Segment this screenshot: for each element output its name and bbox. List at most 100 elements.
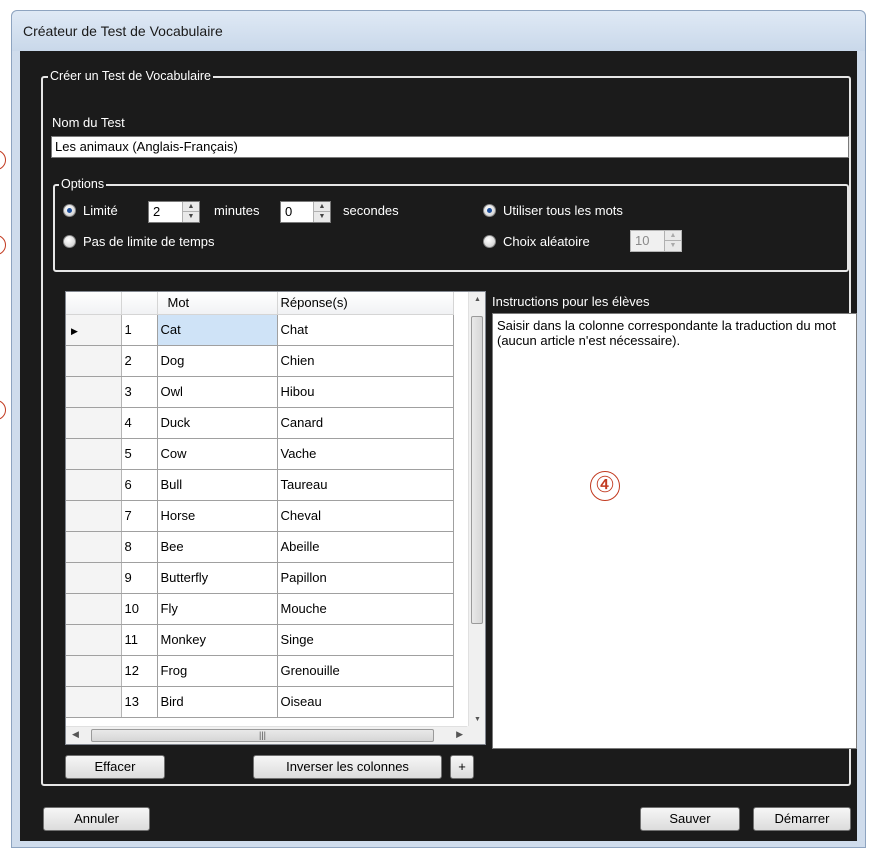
grid-vertical-scrollbar[interactable]: ▲ ▼ xyxy=(468,292,485,727)
spin-down-icon[interactable]: ▼ xyxy=(314,212,330,222)
word-cell[interactable]: Horse xyxy=(157,500,278,532)
minutes-spinner[interactable]: 2 ▲ ▼ xyxy=(148,201,200,223)
word-cell[interactable]: Frog xyxy=(157,655,278,687)
table-row[interactable]: 12 Frog Grenouille xyxy=(66,655,454,687)
answer-cell[interactable]: Hibou xyxy=(277,376,454,408)
swap-columns-button[interactable]: Inverser les colonnes xyxy=(253,755,442,779)
row-header[interactable] xyxy=(66,655,122,687)
vocabulary-grid[interactable]: Mot Réponse(s) ▶ 1 Cat Chat 2 Dog Chien 3 Owl Hib… xyxy=(65,291,486,745)
row-header[interactable] xyxy=(66,438,122,470)
minutes-spinner-buttons[interactable]: ▲ ▼ xyxy=(182,202,199,222)
table-row[interactable]: 6 Bull Taureau xyxy=(66,469,454,501)
answer-cell[interactable]: Singe xyxy=(277,624,454,656)
use-all-words-radio[interactable] xyxy=(483,204,496,217)
row-header[interactable] xyxy=(66,469,122,501)
row-number-cell: 6 xyxy=(121,469,158,501)
spin-down-icon: ▼ xyxy=(669,242,677,249)
options-group: Options xyxy=(53,177,849,272)
minutes-label: minutes xyxy=(214,203,260,218)
save-button[interactable]: Sauver xyxy=(640,807,740,831)
clear-button[interactable]: Effacer xyxy=(65,755,165,779)
table-row[interactable]: 8 Bee Abeille xyxy=(66,531,454,563)
instructions-textarea[interactable]: Saisir dans la colonne correspondante la… xyxy=(492,313,857,749)
dialog-window: Créateur de Test de Vocabulaire Créer un… xyxy=(11,10,866,848)
word-cell[interactable]: Bull xyxy=(157,469,278,501)
word-cell[interactable]: Bee xyxy=(157,531,278,563)
answer-cell[interactable]: Chat xyxy=(277,314,454,346)
answer-cell[interactable]: Grenouille xyxy=(277,655,454,687)
seconds-label: secondes xyxy=(343,203,399,218)
table-row[interactable]: 5 Cow Vache xyxy=(66,438,454,470)
seconds-spinner-buttons[interactable]: ▲ ▼ xyxy=(313,202,330,222)
minutes-value: 2 xyxy=(153,204,161,219)
scroll-thumb[interactable]: ||| xyxy=(91,729,434,742)
row-header[interactable] xyxy=(66,376,122,408)
word-cell[interactable]: Cow xyxy=(157,438,278,470)
scroll-down-icon[interactable]: ▼ xyxy=(469,716,485,723)
create-test-legend: Créer un Test de Vocabulaire xyxy=(48,69,213,84)
test-name-input[interactable]: Les animaux (Anglais-Français) xyxy=(51,136,849,158)
scroll-left-icon[interactable]: ◀ xyxy=(72,729,79,740)
table-row[interactable]: 10 Fly Mouche xyxy=(66,593,454,625)
column-header-word[interactable]: Mot xyxy=(157,292,278,315)
limited-radio[interactable] xyxy=(63,204,76,217)
dialog-body: Créer un Test de Vocabulaire Nom du Test… xyxy=(20,51,857,841)
spin-down-icon[interactable]: ▼ xyxy=(183,212,199,222)
row-header[interactable] xyxy=(66,531,122,563)
word-cell[interactable]: Fly xyxy=(157,593,278,625)
row-number-cell: 13 xyxy=(121,686,158,718)
table-row[interactable]: 13 Bird Oiseau xyxy=(66,686,454,718)
answer-cell[interactable]: Cheval xyxy=(277,500,454,532)
word-cell[interactable]: Cat xyxy=(157,314,278,346)
spin-up-icon[interactable]: ▲ xyxy=(183,202,199,212)
row-header[interactable] xyxy=(66,686,122,718)
answer-cell[interactable]: Oiseau xyxy=(277,686,454,718)
answer-cell[interactable]: Chien xyxy=(277,345,454,377)
table-row[interactable]: 7 Horse Cheval xyxy=(66,500,454,532)
word-cell[interactable]: Owl xyxy=(157,376,278,408)
scroll-thumb[interactable] xyxy=(471,316,483,624)
row-header[interactable] xyxy=(66,562,122,594)
word-cell[interactable]: Monkey xyxy=(157,624,278,656)
answer-cell[interactable]: Papillon xyxy=(277,562,454,594)
column-header-answers[interactable]: Réponse(s) xyxy=(277,292,454,315)
add-row-button[interactable]: + xyxy=(450,755,474,779)
row-header[interactable] xyxy=(66,624,122,656)
annotation-fragment xyxy=(0,400,6,420)
table-row[interactable]: 4 Duck Canard xyxy=(66,407,454,439)
word-cell[interactable]: Duck xyxy=(157,407,278,439)
answer-cell[interactable]: Vache xyxy=(277,438,454,470)
current-row-icon: ▶ xyxy=(71,326,78,336)
grid-horizontal-scrollbar[interactable]: ◀ ||| ▶ xyxy=(66,726,469,744)
table-row[interactable]: 11 Monkey Singe xyxy=(66,624,454,656)
use-all-words-label: Utiliser tous les mots xyxy=(503,203,623,218)
spin-up-icon[interactable]: ▲ xyxy=(314,202,330,212)
table-row[interactable]: 9 Butterfly Papillon xyxy=(66,562,454,594)
seconds-spinner[interactable]: 0 ▲ ▼ xyxy=(280,201,331,223)
table-row[interactable]: 2 Dog Chien xyxy=(66,345,454,377)
answer-cell[interactable]: Canard xyxy=(277,407,454,439)
word-cell[interactable]: Dog xyxy=(157,345,278,377)
row-header[interactable] xyxy=(66,407,122,439)
table-row[interactable]: ▶ 1 Cat Chat xyxy=(66,314,454,346)
answer-cell[interactable]: Mouche xyxy=(277,593,454,625)
answer-cell[interactable]: Abeille xyxy=(277,531,454,563)
word-cell[interactable]: Bird xyxy=(157,686,278,718)
scroll-up-icon[interactable]: ▲ xyxy=(469,296,485,303)
row-number-cell: 1 xyxy=(121,314,158,346)
scroll-right-icon[interactable]: ▶ xyxy=(456,729,463,740)
random-choice-radio[interactable] xyxy=(483,235,496,248)
row-header[interactable] xyxy=(66,500,122,532)
no-limit-radio[interactable] xyxy=(63,235,76,248)
row-header[interactable]: ▶ xyxy=(66,314,122,346)
row-number-cell: 2 xyxy=(121,345,158,377)
row-header[interactable] xyxy=(66,345,122,377)
spin-up-icon: ▲ xyxy=(665,231,681,241)
answer-cell[interactable]: Taureau xyxy=(277,469,454,501)
table-row[interactable]: 3 Owl Hibou xyxy=(66,376,454,408)
row-header[interactable] xyxy=(66,593,122,625)
title-bar: Créateur de Test de Vocabulaire xyxy=(12,11,865,51)
cancel-button[interactable]: Annuler xyxy=(43,807,150,831)
start-button[interactable]: Démarrer xyxy=(753,807,851,831)
word-cell[interactable]: Butterfly xyxy=(157,562,278,594)
